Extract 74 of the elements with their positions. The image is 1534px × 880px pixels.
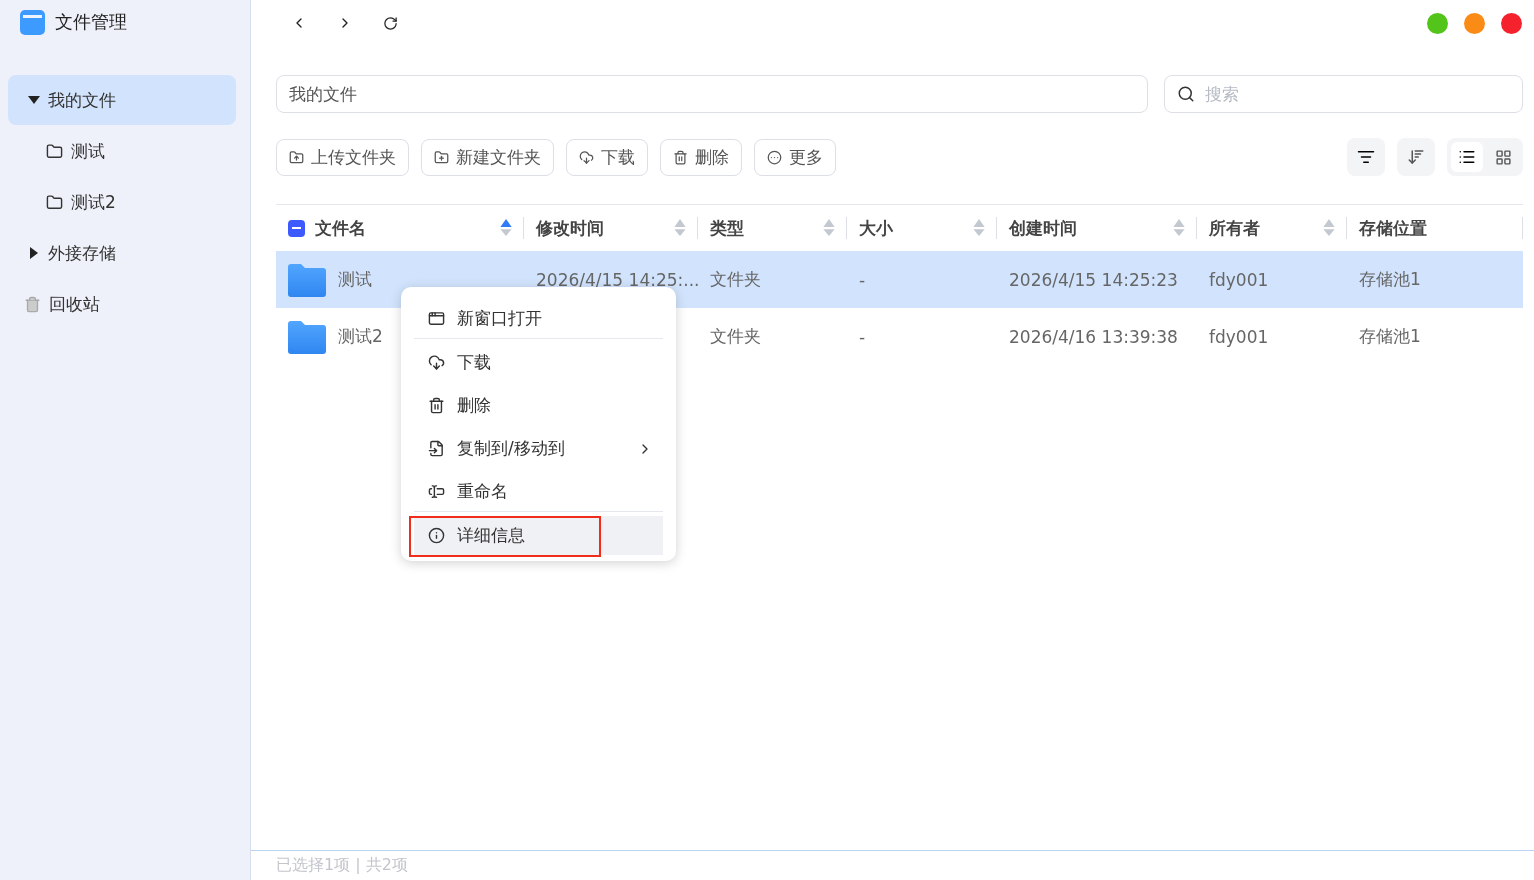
sidebar-item[interactable]: 测试2 xyxy=(8,177,236,227)
info-icon xyxy=(428,527,445,544)
sidebar-item[interactable]: 外接存储 xyxy=(8,228,236,278)
column-header[interactable]: 所有者 xyxy=(1209,216,1260,240)
grid-icon xyxy=(1494,148,1512,166)
table-cell: 测试 xyxy=(338,268,372,291)
path-field[interactable]: 我的文件 xyxy=(276,75,1148,113)
folder-icon xyxy=(288,262,326,297)
search-field[interactable]: 搜索 xyxy=(1164,75,1523,113)
column-header[interactable]: 类型 xyxy=(710,216,744,240)
table-cell: fdy001 xyxy=(1209,269,1269,290)
table-cell: 2026/4/15 14:25:... xyxy=(536,269,700,290)
refresh-icon xyxy=(383,15,398,31)
sidebar-item[interactable]: 测试 xyxy=(8,126,236,176)
search-icon xyxy=(1177,85,1195,103)
table-cell: - xyxy=(859,326,866,347)
filter-lines-icon xyxy=(1357,148,1375,166)
window-icon xyxy=(428,310,445,327)
table-cell: 2026/4/16 13:39:38 xyxy=(1009,326,1178,347)
trash-icon xyxy=(428,397,445,414)
menu-item[interactable]: 复制到/移动到 xyxy=(414,429,663,468)
sidebar-item[interactable]: 回收站 xyxy=(8,279,236,329)
column-header[interactable]: 修改时间 xyxy=(536,216,604,240)
text-cursor-icon xyxy=(428,483,445,500)
trash-icon xyxy=(24,295,41,313)
trash-icon xyxy=(673,149,688,165)
toolbar-button[interactable]: 新建文件夹 xyxy=(421,138,554,176)
folder-plus-icon xyxy=(434,149,449,165)
caret-icon[interactable] xyxy=(28,94,40,106)
folder-icon xyxy=(46,142,63,160)
column-header[interactable]: 大小 xyxy=(859,216,893,240)
column-settings-button[interactable] xyxy=(1347,138,1385,176)
window-control-dot[interactable] xyxy=(1464,12,1485,34)
sort-button[interactable] xyxy=(1397,138,1435,176)
menu-item[interactable]: 删除 xyxy=(414,386,663,425)
table-cell: 文件夹 xyxy=(710,268,761,291)
caret-icon[interactable] xyxy=(28,247,40,259)
table-cell: - xyxy=(859,269,866,290)
sort-lines-icon xyxy=(1407,148,1425,166)
select-all-checkbox[interactable] xyxy=(288,219,305,237)
app-title: 文件管理 xyxy=(55,10,127,34)
minus-icon xyxy=(292,227,301,229)
folder-upload-icon xyxy=(289,149,304,165)
sidebar-item[interactable]: 我的文件 xyxy=(8,75,236,125)
cloud-download-icon xyxy=(579,149,594,165)
list-view-button[interactable] xyxy=(1451,142,1483,172)
column-header[interactable]: 文件名 xyxy=(315,216,366,240)
table-cell: 2026/4/15 14:25:23 xyxy=(1009,269,1178,290)
status-text: 已选择1项 | 共2项 xyxy=(276,855,408,876)
table-cell: 文件夹 xyxy=(710,325,761,348)
column-header[interactable]: 存储位置 xyxy=(1359,216,1427,240)
file-arrow-icon xyxy=(428,440,445,457)
toolbar-button[interactable]: 上传文件夹 xyxy=(276,138,409,176)
table-cell: 存储池1 xyxy=(1359,325,1421,348)
column-header[interactable]: 创建时间 xyxy=(1009,216,1077,240)
menu-item[interactable]: 新窗口打开 xyxy=(414,299,663,339)
menu-item[interactable]: 重命名 xyxy=(414,472,663,512)
ellipsis-icon xyxy=(767,149,782,165)
table-cell: fdy001 xyxy=(1209,326,1269,347)
table-cell: 测试2 xyxy=(338,325,383,348)
app-logo-icon xyxy=(20,9,45,35)
table-cell: 存储池1 xyxy=(1359,268,1421,291)
window-control-dot[interactable] xyxy=(1427,12,1448,34)
window-control-dot[interactable] xyxy=(1501,12,1522,34)
folder-icon xyxy=(288,319,326,354)
menu-item[interactable]: 下载 xyxy=(414,343,663,382)
folder-icon xyxy=(46,193,63,211)
sort-icon[interactable] xyxy=(500,219,512,237)
list-icon xyxy=(1458,148,1476,166)
refresh-button[interactable] xyxy=(383,15,398,31)
cloud-download-icon xyxy=(428,354,445,371)
toolbar-button[interactable]: 更多 xyxy=(754,138,836,176)
toolbar-button[interactable]: 下载 xyxy=(566,138,648,176)
toolbar-button[interactable]: 删除 xyxy=(660,138,742,176)
